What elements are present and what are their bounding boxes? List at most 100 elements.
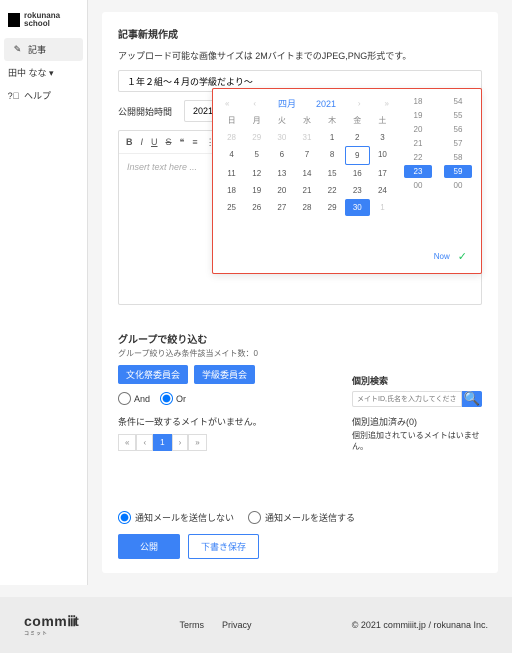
- calendar-day[interactable]: 25: [219, 199, 244, 216]
- underline-button[interactable]: U: [148, 136, 161, 148]
- time-item[interactable]: 00: [444, 179, 472, 192]
- minute-list[interactable]: 54555657585900: [441, 95, 475, 245]
- calendar-day[interactable]: 18: [219, 182, 244, 199]
- calendar-day[interactable]: 20: [269, 182, 294, 199]
- calendar-day[interactable]: 6: [269, 146, 294, 165]
- hour-list[interactable]: 18192021222300: [401, 95, 435, 245]
- bold-button[interactable]: B: [123, 136, 136, 148]
- calendar-day[interactable]: 29: [320, 199, 345, 216]
- notify-off-radio[interactable]: 通知メールを送信しない: [118, 511, 234, 524]
- group-chip[interactable]: 学級委員会: [194, 365, 255, 384]
- next-year-icon[interactable]: »: [383, 97, 391, 110]
- calendar-day[interactable]: 16: [345, 165, 370, 182]
- calendar-day[interactable]: 30: [345, 199, 370, 216]
- time-item[interactable]: 58: [444, 151, 472, 164]
- calendar-day[interactable]: 30: [269, 129, 294, 146]
- time-item[interactable]: 18: [404, 95, 432, 108]
- calendar-day[interactable]: 1: [370, 199, 395, 216]
- footer: commⅲt コミット Terms Privacy © 2021 commiii…: [0, 597, 512, 653]
- privacy-link[interactable]: Privacy: [222, 620, 252, 630]
- time-item[interactable]: 59: [444, 165, 472, 178]
- prev-month-icon[interactable]: ‹: [251, 97, 258, 110]
- copyright: © 2021 commiiit.jp / rokunana Inc.: [352, 620, 488, 630]
- notify-on-radio[interactable]: 通知メールを送信する: [248, 511, 355, 524]
- time-item[interactable]: 20: [404, 123, 432, 136]
- calendar-day[interactable]: 12: [244, 165, 269, 182]
- nav-label: ヘルプ: [24, 89, 51, 102]
- calendar-day[interactable]: 21: [294, 182, 319, 199]
- time-item[interactable]: 23: [404, 165, 432, 178]
- calendar-day[interactable]: 5: [244, 146, 269, 165]
- help-icon: ?⃝: [8, 90, 19, 101]
- calendar-day[interactable]: 27: [269, 199, 294, 216]
- group-chip[interactable]: 文化祭委員会: [118, 365, 188, 384]
- calendar-day[interactable]: 28: [294, 199, 319, 216]
- quote-button[interactable]: ❝: [177, 136, 188, 149]
- nav-item-articles[interactable]: ✎ 記事: [4, 38, 83, 61]
- pager-item[interactable]: «: [118, 434, 136, 451]
- brand-name: rokunana school: [24, 12, 79, 28]
- calendar-day[interactable]: 1: [320, 129, 345, 146]
- time-item[interactable]: 22: [404, 151, 432, 164]
- prev-year-icon[interactable]: «: [223, 97, 231, 110]
- calendar-day[interactable]: 15: [320, 165, 345, 182]
- time-item[interactable]: 00: [404, 179, 432, 192]
- upload-note: アップロード可能な画像サイズは 2MバイトまでのJPEG,PNG形式です。: [118, 49, 482, 62]
- main: 記事新規作成 アップロード可能な画像サイズは 2MバイトまでのJPEG,PNG形…: [88, 0, 512, 585]
- footer-logo-sub: コミット: [24, 630, 79, 637]
- time-item[interactable]: 56: [444, 123, 472, 136]
- publish-button[interactable]: 公開: [118, 534, 180, 559]
- or-radio[interactable]: Or: [160, 392, 186, 405]
- calendar-month[interactable]: 四月: [278, 97, 296, 110]
- time-item[interactable]: 21: [404, 137, 432, 150]
- pager-item[interactable]: »: [188, 434, 206, 451]
- nav-label: 田中 なな ▾: [8, 66, 54, 79]
- calendar-day[interactable]: 8: [320, 146, 345, 165]
- calendar-day[interactable]: 23: [345, 182, 370, 199]
- pager-item[interactable]: 1: [153, 434, 171, 451]
- calendar-day[interactable]: 28: [219, 129, 244, 146]
- list-ordered-button[interactable]: ≡: [189, 136, 200, 148]
- time-item[interactable]: 54: [444, 95, 472, 108]
- search-button[interactable]: 🔍: [462, 391, 482, 407]
- search-input[interactable]: [352, 391, 462, 407]
- and-radio[interactable]: And: [118, 392, 150, 405]
- confirm-icon[interactable]: ✓: [458, 250, 467, 263]
- italic-button[interactable]: I: [138, 136, 147, 148]
- calendar-day[interactable]: 10: [370, 146, 395, 165]
- brand-mark: [8, 13, 20, 27]
- pager-item[interactable]: ›: [172, 434, 189, 451]
- pager-item[interactable]: ‹: [136, 434, 153, 451]
- time-item[interactable]: 57: [444, 137, 472, 150]
- time-item[interactable]: 55: [444, 109, 472, 122]
- calendar-day[interactable]: 31: [294, 129, 319, 146]
- calendar-day[interactable]: 13: [269, 165, 294, 182]
- calendar-dow: 日: [219, 112, 244, 129]
- calendar-day[interactable]: 17: [370, 165, 395, 182]
- calendar-day[interactable]: 4: [219, 146, 244, 165]
- terms-link[interactable]: Terms: [180, 620, 205, 630]
- calendar-day[interactable]: 29: [244, 129, 269, 146]
- calendar-day[interactable]: 2: [345, 129, 370, 146]
- now-button[interactable]: Now: [434, 252, 450, 261]
- calendar-day[interactable]: 14: [294, 165, 319, 182]
- footer-logo: commⅲt: [24, 613, 79, 630]
- edit-icon: ✎: [12, 44, 23, 55]
- calendar-day[interactable]: 26: [244, 199, 269, 216]
- nav-item-help[interactable]: ?⃝ ヘルプ: [0, 84, 87, 107]
- calendar-day[interactable]: 24: [370, 182, 395, 199]
- time-item[interactable]: 19: [404, 109, 432, 122]
- nav-item-user[interactable]: 田中 なな ▾: [0, 61, 87, 84]
- brand: rokunana school: [0, 8, 87, 38]
- calendar-day[interactable]: 19: [244, 182, 269, 199]
- calendar-day[interactable]: 3: [370, 129, 395, 146]
- next-month-icon[interactable]: ›: [356, 97, 363, 110]
- calendar-day[interactable]: 9: [345, 146, 370, 165]
- calendar-day[interactable]: 11: [219, 165, 244, 182]
- calendar-day[interactable]: 22: [320, 182, 345, 199]
- calendar-day[interactable]: 7: [294, 146, 319, 165]
- strike-button[interactable]: S: [163, 136, 175, 148]
- added-title: 個別追加済み(0): [352, 415, 482, 428]
- calendar-year[interactable]: 2021: [316, 99, 336, 109]
- draft-button[interactable]: 下書き保存: [188, 534, 259, 559]
